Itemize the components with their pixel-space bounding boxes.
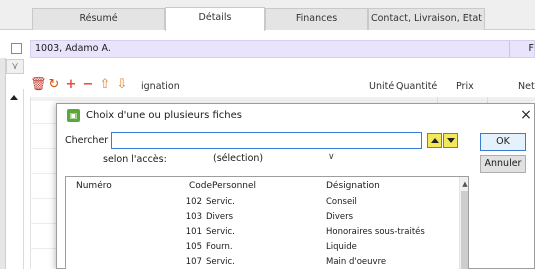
tab-resume[interactable]: Résumé (32, 8, 165, 30)
record-checkbox[interactable] (11, 43, 22, 54)
dialog-titlebar[interactable]: ▣ Choix d'une ou plusieurs fiches × (57, 104, 534, 127)
tab-details[interactable]: Détails (165, 7, 265, 31)
col-designation[interactable]: ignation (141, 81, 180, 92)
cell-code: Servic. (206, 197, 235, 207)
cell-code: Servic. (206, 257, 235, 267)
arrow-up-icon (431, 138, 439, 143)
list-item[interactable]: 102 Servic. Conseil (66, 195, 459, 211)
cell-numero: 105 (185, 242, 202, 252)
cell-designation: Honoraires sous-traités (326, 227, 425, 237)
refresh-icon[interactable]: ↻ (47, 77, 61, 93)
scroll-up-icon[interactable]: ▲ (460, 179, 468, 189)
col-numero[interactable]: Numéro (76, 181, 112, 191)
col-prix[interactable]: Prix (456, 81, 474, 92)
cell-designation: Divers (326, 212, 354, 222)
cell-numero: 103 (185, 212, 202, 222)
minus-icon[interactable]: − (81, 77, 95, 93)
cell-designation: Conseil (326, 197, 357, 207)
results-list: Numéro CodePersonnel Désignation 102 Ser… (65, 176, 469, 269)
search-label: Chercher (65, 135, 109, 146)
choice-dialog: ▣ Choix d'une ou plusieurs fiches × Cher… (56, 103, 535, 269)
scroll-thumb[interactable] (461, 191, 468, 269)
list-scrollbar[interactable]: ▲ (459, 177, 468, 269)
col-designation[interactable]: Désignation (326, 181, 380, 191)
tab-bar: Résumé Détails Finances Contact, Livrais… (0, 0, 535, 31)
cell-designation: Liquide (326, 242, 357, 252)
search-prev-button[interactable] (427, 133, 442, 148)
list-item[interactable]: 103 Divers Divers (66, 210, 459, 226)
access-select[interactable]: (sélection) ∨ (197, 151, 342, 167)
arrow-down-icon (447, 138, 455, 143)
dialog-title: Choix d'une ou plusieurs fiches (86, 110, 242, 121)
chevron-down-icon: ∨ (328, 152, 335, 162)
list-item[interactable]: 105 Fourn. Liquide (66, 240, 459, 256)
plus-icon[interactable]: + (64, 77, 78, 93)
col-codepersonnel[interactable]: CodePersonnel (189, 181, 256, 191)
col-quantite[interactable]: Quantité (396, 81, 437, 92)
col-net[interactable]: Net (518, 81, 535, 92)
cell-code: Servic. (206, 227, 235, 237)
record-right-cell: F (509, 41, 535, 57)
search-next-button[interactable] (443, 133, 458, 148)
arrow-down-icon[interactable]: ⇩ (115, 77, 129, 93)
cell-code: Divers (206, 212, 234, 222)
cell-numero: 107 (185, 257, 202, 267)
access-select-value: (sélection) (213, 153, 264, 164)
cell-numero: 102 (185, 197, 202, 207)
ok-button[interactable]: OK (480, 133, 526, 151)
close-icon[interactable]: × (519, 107, 533, 123)
app-icon: ▣ (67, 109, 80, 122)
list-item[interactable]: 101 Servic. Honoraires sous-traités (66, 225, 459, 241)
col-unite[interactable]: Unité (369, 81, 394, 92)
row-selector[interactable] (6, 89, 24, 269)
cell-code: Fourn. (206, 242, 233, 252)
grid-top-band (30, 97, 535, 101)
filter-icon[interactable]: ⋎ (6, 59, 24, 74)
tab-finances[interactable]: Finances (265, 8, 368, 30)
record-row: 1003, Adamo A. F (0, 40, 535, 58)
list-header: Numéro CodePersonnel Désignation (66, 177, 459, 193)
collapse-arrow-icon[interactable] (10, 95, 18, 100)
cell-designation: Main d'oeuvre (326, 257, 387, 267)
record-band[interactable]: 1003, Adamo A. F (30, 40, 535, 58)
search-input[interactable] (111, 132, 422, 149)
arrow-up-icon[interactable]: ⇧ (98, 77, 112, 93)
tab-contact-livraison-etat[interactable]: Contact, Livraison, Etat (368, 8, 485, 30)
list-item[interactable]: 107 Servic. Main d'oeuvre (66, 255, 459, 269)
cancel-button[interactable]: Annuler (480, 155, 526, 173)
record-label: 1003, Adamo A. (35, 43, 111, 54)
cell-numero: 101 (185, 227, 202, 237)
access-label: selon l'accès: (103, 154, 167, 165)
trash-icon[interactable]: 🗑 (30, 77, 47, 93)
record-right-text: F (528, 43, 534, 54)
